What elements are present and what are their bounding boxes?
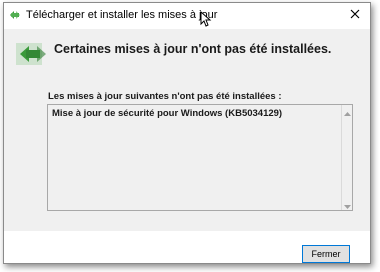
title-bar[interactable]: Télécharger et installer les mises à jou… bbox=[4, 3, 370, 29]
close-icon bbox=[350, 9, 360, 22]
dialog-heading: Certaines mises à jour n'ont pas été ins… bbox=[54, 42, 332, 56]
windows-update-icon bbox=[8, 9, 22, 21]
failed-updates-label: Les mises à jour suivantes n'ont pas été… bbox=[48, 91, 282, 102]
window-close-button[interactable] bbox=[340, 3, 370, 27]
failed-updates-list[interactable]: Mise à jour de sécurité pour Windows (KB… bbox=[47, 104, 353, 211]
window-title: Télécharger et installer les mises à jou… bbox=[26, 9, 218, 21]
windows-update-icon bbox=[16, 41, 48, 67]
dialog-footer: Fermer bbox=[4, 231, 370, 263]
dialog-content: Certaines mises à jour n'ont pas été ins… bbox=[4, 29, 370, 231]
scroll-up-icon[interactable] bbox=[344, 108, 351, 116]
list-item[interactable]: Mise à jour de sécurité pour Windows (KB… bbox=[52, 108, 282, 119]
vertical-scrollbar[interactable] bbox=[341, 105, 352, 210]
close-button[interactable]: Fermer bbox=[302, 245, 350, 263]
mouse-cursor-icon bbox=[200, 10, 212, 27]
scroll-down-icon[interactable] bbox=[344, 201, 351, 209]
update-dialog-window: Télécharger et installer les mises à jou… bbox=[3, 2, 371, 264]
